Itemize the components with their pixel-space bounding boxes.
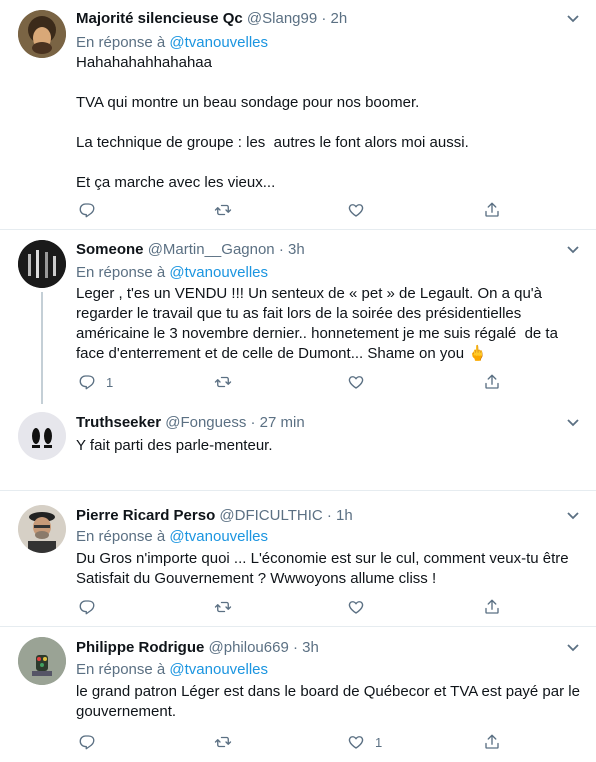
user-handle[interactable]: @philou669 [209,639,289,656]
chevron-down-icon[interactable] [566,245,580,255]
reply-context: En réponse à @tvanouvelles [76,527,268,547]
reply-button[interactable] [78,200,106,220]
tweet-header: Pierre Ricard Perso @DFICULTHIC · 1h [76,506,353,526]
avatar[interactable] [18,505,66,553]
share-button[interactable] [483,732,501,752]
display-name[interactable]: Majorité silencieuse Qc [76,10,243,27]
like-button[interactable] [347,372,375,392]
reply-button[interactable]: 1 [78,372,113,392]
reply-icon [79,203,95,218]
display-name[interactable]: Philippe Rodrigue [76,639,204,656]
retweet-icon [214,736,232,748]
separator-dot: · [326,507,332,524]
tweet-actions [76,597,506,617]
reply-button[interactable] [78,597,106,617]
share-icon [485,599,499,614]
like-icon [348,204,364,217]
tweet[interactable]: Truthseeker @Fonguess · 27 min Y fait pa… [0,404,596,490]
tweet-text: Y fait parti des parle-menteur. [76,437,273,454]
chevron-down-icon[interactable] [566,14,580,24]
tweet-actions [76,200,506,220]
reply-context: En réponse à @tvanouvelles [76,33,268,53]
like-icon [348,736,364,749]
retweet-button[interactable] [214,597,232,617]
tweet-actions: 1 [76,732,506,752]
tweet-header: Majorité silencieuse Qc @Slang99 · 2h [76,9,347,29]
like-button[interactable] [347,200,375,220]
reply-context: En réponse à @tvanouvelles [76,263,268,283]
user-handle[interactable]: @Martin__Gagnon [148,241,275,258]
timestamp[interactable]: 1h [336,507,353,524]
like-button[interactable] [347,597,375,617]
retweet-button[interactable] [214,732,232,752]
share-button[interactable] [483,597,501,617]
tweet-header: Philippe Rodrigue @philou669 · 3h [76,638,319,658]
tweet[interactable]: Philippe Rodrigue @philou669 · 3h En rép… [0,627,596,762]
timestamp[interactable]: 3h [288,241,305,258]
tweet-header: Someone @Martin__Gagnon · 3h [76,240,305,260]
like-icon [348,376,364,389]
reply-prefix: En réponse à [76,34,170,51]
retweet-icon [214,204,232,216]
reply-to-link[interactable]: @tvanouvelles [169,34,268,51]
separator-dot: · [278,241,284,258]
reply-icon [79,600,95,615]
timestamp[interactable]: 2h [331,10,348,27]
like-icon [348,601,364,614]
avatar[interactable] [18,10,66,58]
reply-button[interactable] [78,732,106,752]
share-button[interactable] [483,372,501,392]
timestamp[interactable]: 27 min [260,414,305,431]
separator-dot: · [250,414,256,431]
display-name[interactable]: Pierre Ricard Perso [76,507,215,524]
chevron-down-icon[interactable] [566,511,580,521]
reply-count: 1 [106,374,114,390]
retweet-button[interactable] [214,372,232,392]
retweet-icon [214,601,232,613]
reply-prefix: En réponse à [76,528,170,545]
reply-to-link[interactable]: @tvanouvelles [169,661,268,678]
user-handle[interactable]: @DFICULTHIC [219,507,322,524]
tweet-text: Hahahahahhahahaa TVA qui montre un beau … [76,54,469,191]
avatar[interactable] [18,637,66,685]
share-button[interactable] [483,200,501,220]
chevron-down-icon[interactable] [566,643,580,653]
share-icon [485,734,499,749]
retweet-icon [214,376,232,388]
user-handle[interactable]: @Slang99 [247,10,317,27]
tweet[interactable]: Someone @Martin__Gagnon · 3h En réponse … [0,230,596,404]
tweet-header: Truthseeker @Fonguess · 27 min [76,413,305,433]
like-count: 1 [375,734,383,750]
reply-icon [79,735,95,750]
tweet-text: Du Gros n'importe quoi ... L'économie es… [76,550,573,587]
like-button[interactable]: 1 [347,732,382,752]
reply-icon [79,375,95,390]
separator-dot: · [321,10,327,27]
reply-prefix: En réponse à [76,661,170,678]
retweet-button[interactable] [214,200,232,220]
tweet-text: Leger , t'es un VENDU !!! Un senteux de … [76,285,563,362]
user-handle[interactable]: @Fonguess [165,414,246,431]
tweet-actions: 1 [76,372,506,392]
share-icon [485,202,499,217]
reply-prefix: En réponse à [76,264,170,281]
reply-context: En réponse à @tvanouvelles [76,660,268,680]
share-icon [485,374,499,389]
avatar[interactable] [18,412,66,460]
reply-to-link[interactable]: @tvanouvelles [169,528,268,545]
tweet[interactable]: Pierre Ricard Perso @DFICULTHIC · 1h En … [0,491,596,626]
tweet[interactable]: Majorité silencieuse Qc @Slang99 · 2h En… [0,0,596,229]
avatar[interactable] [18,240,66,288]
thread-line [41,292,43,404]
reply-to-link[interactable]: @tvanouvelles [169,264,268,281]
display-name[interactable]: Someone [76,241,144,258]
display-name[interactable]: Truthseeker [76,414,161,431]
timestamp[interactable]: 3h [302,639,319,656]
tweet-text: le grand patron Léger est dans le board … [76,683,585,720]
chevron-down-icon[interactable] [566,418,580,428]
separator-dot: · [292,639,298,656]
